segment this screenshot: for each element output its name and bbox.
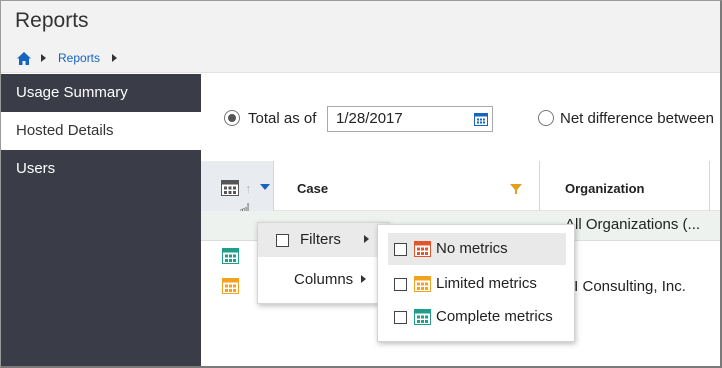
breadcrumb-separator-icon — [41, 54, 46, 62]
submenu-arrow-icon — [361, 275, 366, 283]
metrics-column-header[interactable]: ↑ — [201, 161, 273, 211]
breadcrumb: Reports — [17, 51, 129, 65]
submenu-arrow-icon — [364, 235, 369, 243]
calendar-green-icon — [222, 248, 239, 264]
column-header-organization[interactable]: Organization — [565, 181, 644, 196]
filters-submenu: No metrics Limited metrics Complete metr… — [377, 224, 575, 342]
page-title: Reports — [15, 9, 89, 32]
context-menu: Filters Columns — [257, 222, 389, 304]
complete-metrics-checkbox[interactable] — [394, 311, 407, 324]
home-icon[interactable] — [17, 51, 31, 65]
filter-option-no-metrics[interactable]: No metrics — [388, 233, 566, 265]
calendar-red-icon — [414, 241, 431, 257]
sidebar-item-users[interactable]: Users — [1, 150, 201, 188]
reports-window: Reports Reports Usage Summary Hosted Det… — [0, 0, 722, 368]
dropdown-caret-icon[interactable] — [260, 184, 270, 190]
total-as-of-radio[interactable] — [224, 110, 240, 126]
calendar-orange-icon — [414, 276, 431, 292]
menu-item-label: Columns — [294, 271, 354, 288]
menu-item-label: Filters — [300, 231, 341, 248]
calendar-orange-icon — [222, 278, 239, 294]
column-header-case[interactable]: Case — [297, 181, 328, 196]
net-difference-label: Net difference between — [560, 109, 714, 127]
filter-option-label: Complete metrics — [436, 308, 553, 325]
date-input[interactable]: 1/28/2017 — [327, 106, 493, 132]
breadcrumb-separator-icon — [112, 54, 118, 62]
date-toolbar: Total as of — [221, 103, 316, 133]
net-difference-radio[interactable] — [538, 110, 554, 126]
calendar-picker-icon[interactable] — [474, 112, 488, 126]
total-as-of-label: Total as of — [248, 109, 317, 127]
sidebar-item-hosted-details[interactable]: Hosted Details — [1, 112, 201, 150]
table-row-organization: TI Consulting, Inc. — [565, 278, 686, 295]
menu-item-columns[interactable]: Columns — [258, 263, 388, 297]
sidebar: Usage Summary Hosted Details Users — [1, 74, 201, 366]
menu-item-filters[interactable]: Filters — [258, 223, 388, 257]
filter-option-complete-metrics[interactable]: Complete metrics — [388, 301, 566, 333]
breadcrumb-link-reports[interactable]: Reports — [58, 51, 100, 65]
filter-option-label: No metrics — [436, 240, 508, 257]
no-metrics-checkbox[interactable] — [394, 243, 407, 256]
calendar-icon — [221, 180, 239, 196]
filter-option-limited-metrics[interactable]: Limited metrics — [388, 268, 566, 300]
calendar-teal-icon — [414, 309, 431, 325]
net-difference-option: Net difference between — [538, 103, 714, 133]
sidebar-item-usage-summary[interactable]: Usage Summary — [1, 74, 201, 112]
filters-checkbox[interactable] — [276, 234, 289, 247]
filter-funnel-icon[interactable] — [510, 184, 522, 194]
grid-header: ↑ ☝ Case Organization — [201, 161, 720, 241]
organization-filter-value[interactable]: All Organizations (... — [565, 216, 700, 233]
page-header: Reports Reports — [1, 1, 720, 73]
date-value: 1/28/2017 — [336, 110, 403, 127]
sort-up-arrow-icon[interactable]: ↑ — [245, 181, 252, 196]
filter-option-label: Limited metrics — [436, 275, 537, 292]
limited-metrics-checkbox[interactable] — [394, 278, 407, 291]
